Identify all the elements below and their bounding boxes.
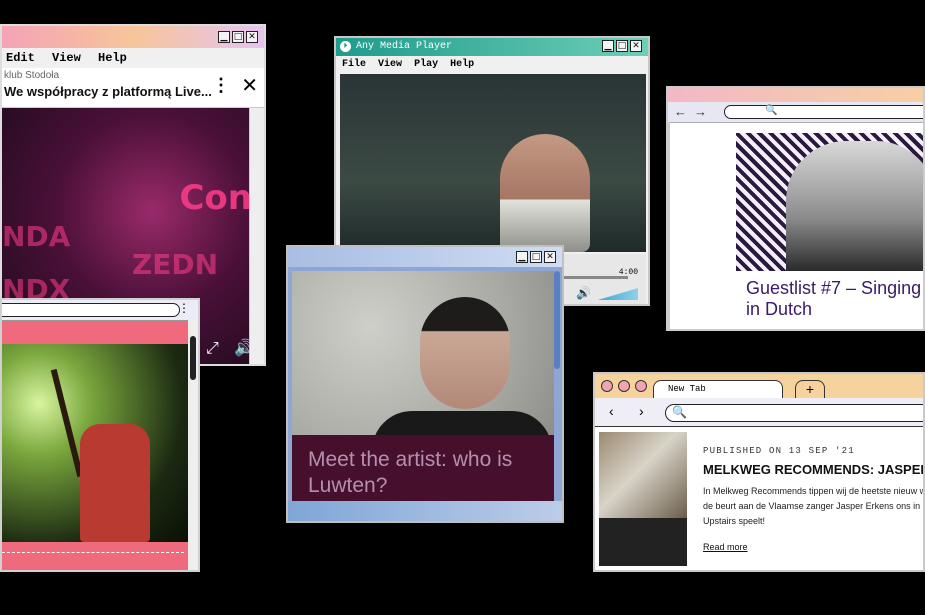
video-text-3: ZEDN — [132, 248, 219, 281]
nav-bar: ← → 🔍 — [668, 102, 923, 123]
caption-box: Meet the artist: who is Luwten? — [292, 435, 554, 501]
concert-window: ⋮ — [0, 298, 200, 572]
menu-view[interactable]: View — [52, 51, 81, 65]
more-options-icon[interactable]: ⋮ — [212, 75, 230, 96]
expand-icon[interactable]: ⤢ — [206, 340, 219, 358]
minimize-dot-icon[interactable] — [618, 380, 630, 392]
minimize-icon[interactable]: ▁ — [218, 31, 230, 43]
minimize-icon[interactable]: ▁ — [516, 251, 528, 263]
video-screen[interactable] — [340, 74, 646, 252]
close-icon[interactable]: ✕ — [246, 31, 258, 43]
article-thumbnail[interactable] — [599, 432, 687, 566]
post-title[interactable]: We współpracy z platformą Live... — [4, 84, 212, 99]
artist-photo — [599, 432, 687, 518]
maximize-dot-icon[interactable] — [635, 380, 647, 392]
published-date: PUBLISHED ON 13 SEP '21 — [703, 446, 855, 456]
more-options-icon[interactable]: ⋮ — [178, 301, 190, 315]
guestlist-window: ← → 🔍 Guestlist #7 – Singing in Dutch — [666, 86, 925, 331]
artist-photo[interactable] — [292, 271, 554, 457]
title-bar[interactable]: ▁ □ ✕ — [288, 247, 562, 267]
artist-caption[interactable]: Meet the artist: who is Luwten? — [308, 447, 548, 499]
guitarist — [80, 424, 150, 542]
browser-window: New Tab + ‹ › 🔍 PUBLISHED ON 13 SEP '21 … — [593, 372, 925, 572]
artist-photo — [786, 141, 923, 271]
close-icon[interactable]: ✕ — [630, 40, 642, 52]
menu-help[interactable]: Help — [450, 59, 474, 70]
artist-window: ▁ □ ✕ Meet the artist: who is Luwten? — [286, 245, 564, 523]
address-bar[interactable]: 🔍 — [724, 105, 923, 119]
nav-bar: ‹ › 🔍 — [595, 398, 923, 427]
address-bar[interactable]: 🔍 — [665, 404, 923, 422]
video-text-2: NDA — [2, 220, 71, 253]
post-header: klub Stodoła We współpracy z platformą L… — [2, 69, 264, 108]
scrollbar-thumb[interactable] — [190, 336, 196, 380]
time-display: 4:00 — [618, 268, 638, 277]
address-bar[interactable] — [2, 303, 180, 317]
back-arrow-icon[interactable]: ← — [674, 104, 687, 119]
scrollbar[interactable] — [668, 122, 670, 329]
divider — [2, 552, 184, 553]
maximize-icon[interactable]: □ — [232, 31, 244, 43]
volume-icon[interactable]: 🔊 — [576, 286, 591, 301]
title-bar[interactable]: ▁ □ ✕ — [2, 26, 264, 48]
nav-bar: ⋮ — [2, 300, 198, 321]
article-title[interactable]: MELKWEG RECOMMENDS: JASPER — [703, 462, 923, 477]
search-icon: 🔍 — [765, 105, 778, 116]
search-icon: 🔍 — [672, 405, 687, 419]
video-text-1: Con — [179, 178, 252, 218]
tab-bar: New Tab + — [595, 374, 923, 399]
concert-photo[interactable] — [2, 344, 188, 542]
new-tab-button[interactable]: + — [795, 380, 825, 399]
close-dot-icon[interactable] — [601, 380, 613, 392]
close-post-icon[interactable]: ✕ — [241, 73, 258, 98]
menu-bar: File View Play Help — [336, 57, 648, 73]
read-more-link[interactable]: Read more — [703, 542, 748, 552]
menu-file[interactable]: File — [342, 59, 366, 70]
menu-view[interactable]: View — [378, 59, 402, 70]
forward-arrow-icon[interactable]: → — [694, 104, 707, 119]
forward-arrow-icon[interactable]: › — [639, 403, 644, 419]
scrollbar[interactable] — [249, 108, 264, 364]
scrollbar-thumb[interactable] — [554, 271, 560, 369]
player-logo-icon: ⏵ — [340, 41, 351, 52]
minimize-icon[interactable]: ▁ — [602, 40, 614, 52]
tab-new-tab[interactable]: New Tab — [653, 380, 783, 398]
close-icon[interactable]: ✕ — [544, 251, 556, 263]
maximize-icon[interactable]: □ — [616, 40, 628, 52]
maximize-icon[interactable]: □ — [530, 251, 542, 263]
status-bar — [288, 501, 562, 521]
menu-edit[interactable]: Edit — [6, 51, 35, 65]
back-arrow-icon[interactable]: ‹ — [609, 403, 614, 419]
menu-help[interactable]: Help — [98, 51, 127, 65]
article-body: In Melkweg Recommends tippen wij de heet… — [703, 486, 925, 526]
title-bar[interactable]: ⏵ Any Media Player ▁ □ ✕ — [336, 38, 648, 56]
video-person — [500, 134, 590, 252]
menu-play[interactable]: Play — [414, 59, 438, 70]
volume-slider[interactable] — [598, 288, 638, 300]
guitar-neck — [50, 368, 84, 478]
guestlist-image[interactable] — [736, 133, 923, 271]
post-source[interactable]: klub Stodoła — [4, 70, 59, 81]
artist-face — [420, 297, 510, 409]
menu-bar: Edit View Help — [2, 48, 264, 68]
guestlist-headline[interactable]: Guestlist #7 – Singing in Dutch — [746, 278, 923, 320]
window-title: Any Media Player — [356, 41, 453, 52]
title-bar[interactable] — [668, 88, 923, 102]
